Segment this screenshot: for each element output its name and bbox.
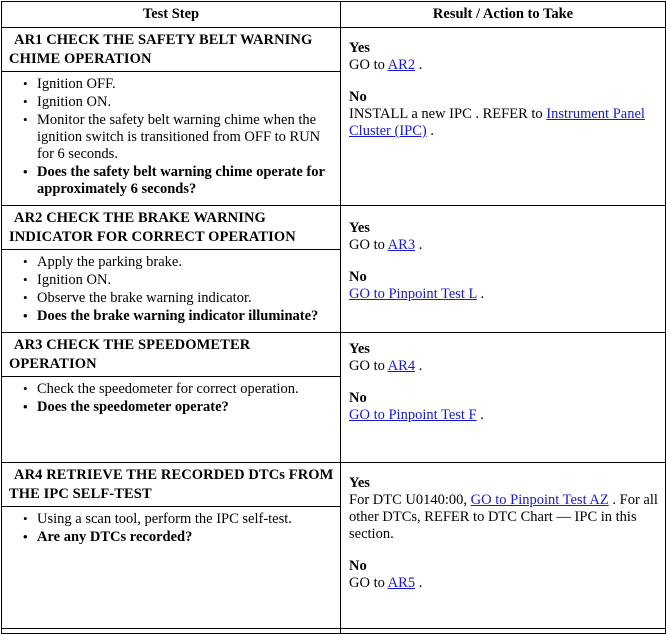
step-body-ar2: Apply the parking brake. Ignition ON. Ob…	[1, 249, 341, 333]
result-gap-ar2	[349, 254, 658, 269]
step-title-ar3: AR3 CHECK THE SPEEDOMETER OPERATION	[1, 332, 341, 377]
step-title-ar4-line2: THE IPC SELF-TEST	[9, 485, 152, 502]
list-item: Monitor the safety belt warning chime wh…	[23, 111, 334, 163]
result-yes-body-ar1: GO to AR2 .	[349, 57, 658, 74]
step-body-ar1: Ignition OFF. Ignition ON. Monitor the s…	[1, 71, 341, 206]
result-yes-body-ar3: GO to AR4 .	[349, 358, 658, 375]
result-cell-ar4: Yes For DTC U0140:00, GO to Pinpoint Tes…	[340, 462, 666, 629]
step-title-ar2: AR2 CHECK THE BRAKE WARNING INDICATOR FO…	[1, 205, 341, 250]
column-header-result-action: Result / Action to Take	[340, 1, 666, 28]
result-gap-ar4	[349, 543, 658, 558]
link-ar5[interactable]: AR5	[388, 575, 415, 591]
table-row: AR4 RETRIEVE THE RECORDED DTCs FROM THE …	[1, 462, 666, 629]
result-yes-suffix-ar3: .	[415, 358, 423, 374]
table-row-truncated	[1, 628, 666, 634]
list-item: Apply the parking brake.	[23, 253, 334, 271]
result-no-prefix-ar4: GO to	[349, 575, 388, 591]
result-yes-body-ar2: GO to AR3 .	[349, 237, 658, 254]
result-yes-suffix-ar1: .	[415, 57, 423, 73]
result-no-body-ar3: GO to Pinpoint Test F .	[349, 407, 658, 424]
list-item: Ignition ON.	[23, 93, 334, 111]
column-header-test-step: Test Step	[1, 1, 341, 28]
table-row: AR1 CHECK THE SAFETY BELT WARNING CHIME …	[1, 27, 666, 206]
result-yes-label-ar1: Yes	[349, 40, 370, 56]
step-cell-truncated	[1, 628, 341, 634]
step-body-ar4: Using a scan tool, perform the IPC self-…	[1, 506, 341, 629]
pinpoint-test-table-page: Test Step Result / Action to Take AR1 CH…	[0, 1, 666, 634]
result-no-label-ar3: No	[349, 390, 367, 406]
step-list-ar4: Using a scan tool, perform the IPC self-…	[8, 510, 334, 546]
result-no-prefix-ar1: INSTALL a new IPC . REFER to	[349, 106, 547, 122]
list-item: Observe the brake warning indicator.	[23, 289, 334, 307]
step-title-ar1: AR1 CHECK THE SAFETY BELT WARNING CHIME …	[1, 27, 341, 72]
result-gap-ar3	[349, 375, 658, 390]
result-yes-prefix-ar3: GO to	[349, 358, 388, 374]
result-no-suffix-ar1: .	[426, 123, 434, 139]
step-body-ar3: Check the speedometer for correct operat…	[1, 376, 341, 463]
list-item: Ignition ON.	[23, 271, 334, 289]
list-item-question: Does the brake warning indicator illumin…	[23, 307, 334, 325]
table-header-row: Test Step Result / Action to Take	[1, 1, 666, 28]
result-yes-label-ar4: Yes	[349, 475, 370, 491]
result-cell-truncated	[340, 628, 666, 634]
list-item: Ignition OFF.	[23, 75, 334, 93]
result-no-body-ar1: INSTALL a new IPC . REFER to Instrument …	[349, 106, 658, 140]
result-yes-suffix-ar2: .	[415, 237, 423, 253]
step-list-ar1: Ignition OFF. Ignition ON. Monitor the s…	[8, 75, 334, 198]
result-no-suffix-ar2: .	[476, 286, 485, 302]
result-no-label-ar1: No	[349, 89, 367, 105]
link-pinpoint-test-f[interactable]: GO to Pinpoint Test F	[349, 407, 477, 423]
result-yes-prefix-ar2: GO to	[349, 237, 388, 253]
list-item: Check the speedometer for correct operat…	[23, 380, 334, 398]
link-ar3[interactable]: AR3	[388, 237, 415, 253]
result-cell-ar2: Yes GO to AR3 . No GO to Pinpoint Test L…	[340, 205, 666, 333]
result-no-body-ar2: GO to Pinpoint Test L .	[349, 286, 658, 303]
result-yes-label-ar2: Yes	[349, 220, 370, 236]
list-item-question: Are any DTCs recorded?	[23, 528, 334, 546]
result-no-suffix-ar4: .	[415, 575, 423, 591]
result-no-label-ar2: No	[349, 269, 367, 285]
list-item: Using a scan tool, perform the IPC self-…	[23, 510, 334, 528]
result-yes-body-ar4: For DTC U0140:00, GO to Pinpoint Test AZ…	[349, 492, 658, 543]
step-title-ar3-line1: AR3 CHECK THE SPEEDOMETER OPERATION	[9, 337, 251, 372]
link-ar4[interactable]: AR4	[388, 358, 415, 374]
result-yes-prefix-ar4: For DTC U0140:00,	[349, 492, 471, 508]
result-no-label-ar4: No	[349, 558, 367, 574]
result-no-body-ar4: GO to AR5 .	[349, 575, 658, 592]
list-item-question: Does the safety belt warning chime opera…	[23, 163, 334, 198]
step-list-ar2: Apply the parking brake. Ignition ON. Ob…	[8, 253, 334, 325]
step-title-ar1-line1: AR1 CHECK THE SAFETY BELT WARNING	[14, 32, 313, 48]
step-title-ar2-line1: AR2 CHECK THE BRAKE WARNING	[14, 210, 266, 226]
step-title-ar4: AR4 RETRIEVE THE RECORDED DTCs FROM THE …	[1, 462, 341, 507]
step-title-ar1-line2: CHIME OPERATION	[9, 50, 152, 67]
step-title-ar4-line1: AR4 RETRIEVE THE RECORDED DTCs FROM	[14, 467, 334, 483]
table-row: AR3 CHECK THE SPEEDOMETER OPERATION Yes …	[1, 332, 666, 463]
link-pinpoint-test-l[interactable]: GO to Pinpoint Test L	[349, 286, 477, 302]
result-no-suffix-ar3: .	[476, 407, 484, 423]
result-yes-prefix-ar1: GO to	[349, 57, 388, 73]
table-row: AR2 CHECK THE BRAKE WARNING INDICATOR FO…	[1, 205, 666, 333]
result-yes-label-ar3: Yes	[349, 341, 370, 357]
link-ar2[interactable]: AR2	[388, 57, 415, 73]
pinpoint-test-table: Test Step Result / Action to Take AR1 CH…	[1, 1, 666, 634]
result-cell-ar3: Yes GO to AR4 . No GO to Pinpoint Test F…	[340, 332, 666, 463]
link-pinpoint-test-az[interactable]: GO to Pinpoint Test AZ	[471, 492, 609, 508]
step-title-ar2-line2: INDICATOR FOR CORRECT OPERATION	[9, 228, 296, 245]
result-gap-ar1	[349, 74, 658, 89]
step-list-ar3: Check the speedometer for correct operat…	[8, 380, 334, 416]
list-item-question: Does the speedometer operate?	[23, 398, 334, 416]
result-cell-ar1: Yes GO to AR2 . No INSTALL a new IPC . R…	[340, 27, 666, 206]
